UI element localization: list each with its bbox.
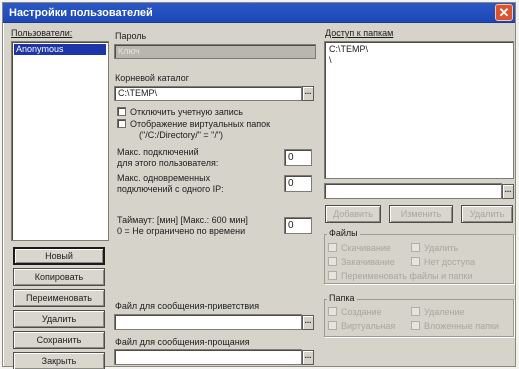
delete-folder-label: Удаление [424,307,465,317]
download-checkbox[interactable] [328,243,337,252]
folder-item-root[interactable]: \ [327,55,334,66]
virtual-folder-label: Виртуальная [341,321,396,331]
upload-label: Закачивание [341,257,395,267]
root-dir-label: Корневой каталог [115,73,190,83]
virtual-folders-label: Отображение виртуальных папок [130,119,271,129]
edit-folder-button[interactable]: Изменить [389,205,453,223]
nested-folders-checkbox[interactable] [411,321,420,330]
delete-files-label: Удалить [424,243,459,253]
folder-access-list[interactable]: C:\TEMP\ \ [324,41,514,179]
delete-folder-checkbox[interactable] [411,307,420,316]
no-access-label: Нет доступа [424,257,476,267]
save-button[interactable]: Сохранить [13,331,105,349]
user-item-anonymous[interactable]: Anonymous [14,44,106,55]
goodbye-message-input[interactable] [114,349,302,365]
welcome-message-label: Файл для сообщения-приветствия [115,301,260,311]
create-folder-checkbox[interactable] [328,307,337,316]
delete-files-checkbox[interactable] [411,243,420,252]
max-connections-label: Макс. подключений [117,147,199,157]
users-list[interactable]: Anonymous [11,41,109,241]
close-icon[interactable]: ✕ [495,4,513,21]
password-label: Пароль [115,31,147,41]
rename-files-label: Переименовать файлы и папки [341,271,473,281]
files-panel-title: Файлы [327,228,360,239]
window-title: Настройки пользователей [9,7,153,19]
download-label: Скачивание [341,243,391,253]
create-folder-label: Создание [341,307,382,317]
new-user-button[interactable]: Новый [13,247,105,265]
root-dir-browse-button[interactable]: ... [302,86,314,101]
welcome-message-browse-button[interactable]: ... [302,315,314,330]
timeout-hint: 0 = Не ограничено по времени [117,226,246,236]
max-simultaneous-label: Макс. одновременных [117,173,211,183]
max-connections-label-2: для этого пользователя: [117,158,219,168]
disable-account-label: Отключить учетную запись [130,107,243,117]
max-simultaneous-input[interactable]: 0 [284,175,312,192]
disable-account-checkbox[interactable] [117,107,126,116]
goodbye-message-label: Файл для сообщения-прощания [115,337,250,347]
upload-checkbox[interactable] [328,257,337,266]
virtual-folders-hint: ("/C:/Directory/" = "/") [139,130,224,140]
timeout-label: Таймаут: [мин] [Макс.: 600 мин] [117,215,248,225]
add-folder-button[interactable]: Добавить [325,205,381,223]
users-label: Пользователи: [11,28,73,38]
copy-user-button[interactable]: Копировать [13,268,105,286]
delete-user-button[interactable]: Удалить [13,310,105,328]
welcome-message-input[interactable] [114,314,302,330]
nested-folders-label: Вложенные папки [424,321,499,331]
folder-item-temp[interactable]: C:\TEMP\ [327,44,370,55]
root-dir-input[interactable]: C:\TEMP\ [114,86,302,101]
no-access-checkbox[interactable] [411,257,420,266]
timeout-input[interactable]: 0 [284,217,312,234]
max-connections-input[interactable]: 0 [284,149,312,166]
folder-access-label: Доступ к папкам [325,28,394,38]
close-button[interactable]: Закрыть [13,352,105,369]
virtual-folders-checkbox[interactable] [117,119,126,128]
user-settings-window: Настройки пользователей ✕ Пользователи: … [2,2,516,369]
rename-user-button[interactable]: Переименовать [13,289,105,307]
password-field[interactable]: Ключ [114,44,316,59]
rename-files-checkbox[interactable] [328,271,337,280]
folder-path-browse-button[interactable]: ... [502,184,514,199]
folder-path-input[interactable] [324,183,502,199]
max-simultaneous-label-2: подключений с одного IP: [117,184,224,194]
remove-folder-button[interactable]: Удалить [461,205,513,223]
goodbye-message-browse-button[interactable]: ... [302,350,314,365]
title-bar[interactable]: Настройки пользователей ✕ [3,3,515,23]
folder-panel-title: Папка [327,293,357,304]
virtual-folder-checkbox[interactable] [328,321,337,330]
